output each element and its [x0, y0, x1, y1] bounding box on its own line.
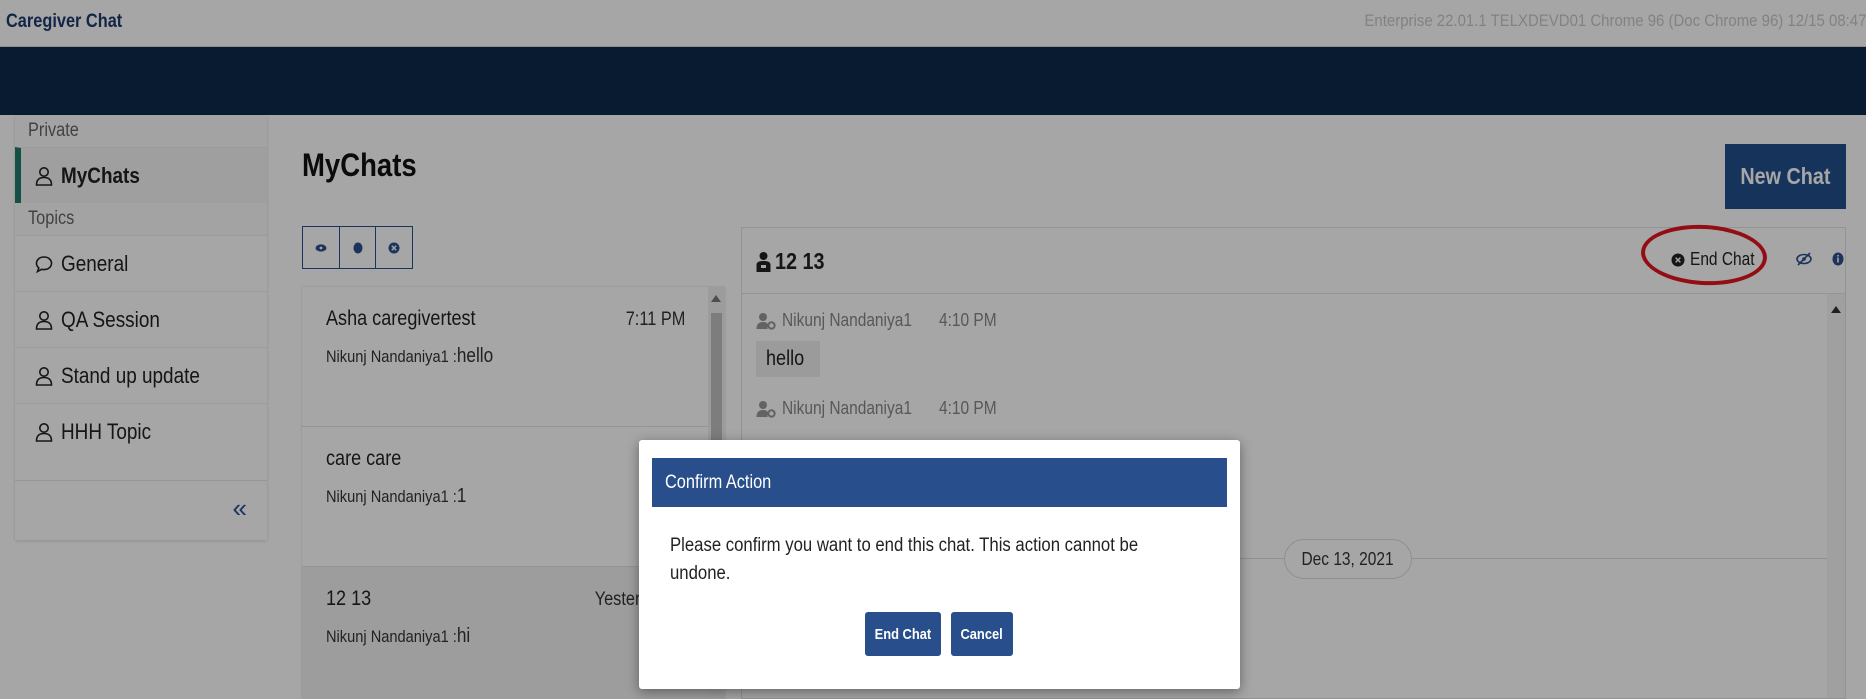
confirm-dialog: Confirm Action Please confirm you want t… — [639, 440, 1240, 689]
dialog-title: Confirm Action — [652, 458, 1227, 507]
dialog-message: Please confirm you want to end this chat… — [670, 535, 1139, 584]
cancel-button[interactable]: Cancel — [951, 612, 1013, 656]
confirm-end-chat-button[interactable]: End Chat — [865, 612, 941, 656]
